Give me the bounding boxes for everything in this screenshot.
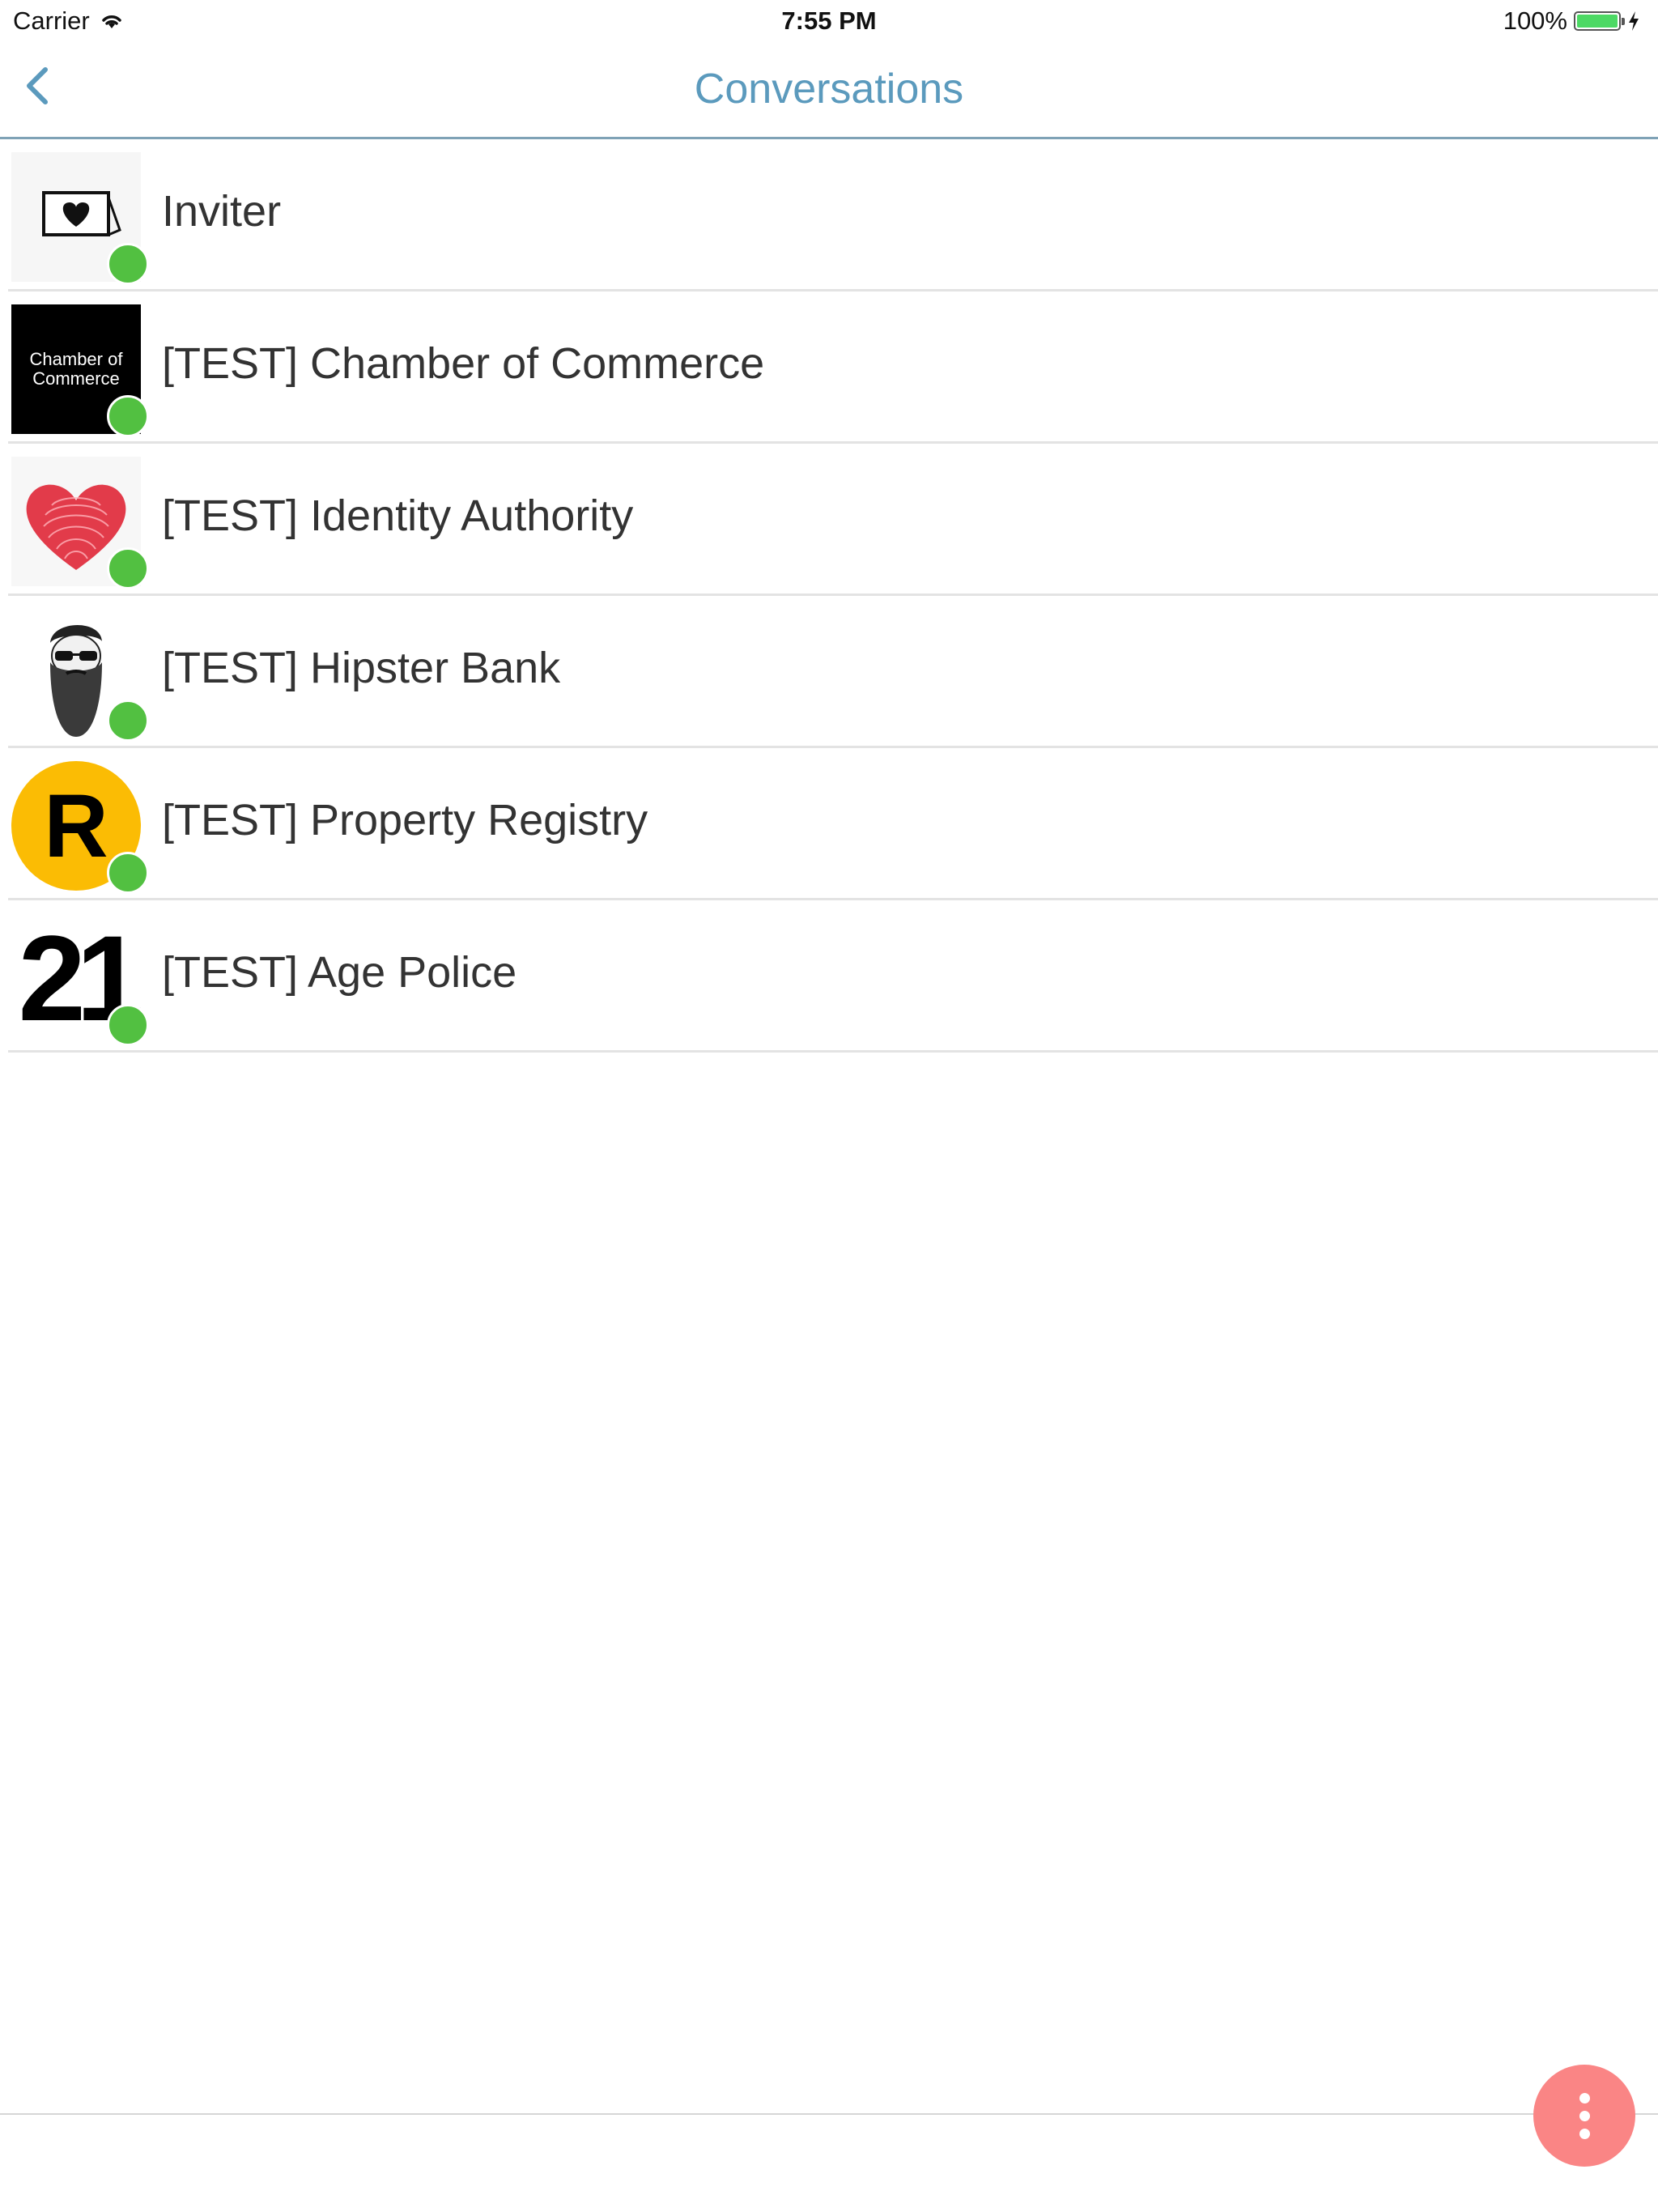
avatar-wrapper: R [11, 761, 149, 894]
conversation-name: Inviter [162, 187, 282, 236]
conversation-name: [TEST] Property Registry [162, 796, 648, 844]
conversation-name: [TEST] Age Police [162, 948, 517, 997]
avatar-wrapper: 21 [11, 913, 149, 1046]
online-status-dot [107, 395, 149, 437]
conversation-row-hipster[interactable]: [TEST] Hipster Bank [8, 596, 1658, 748]
battery-level [1577, 15, 1618, 28]
conversation-name: [TEST] Chamber of Commerce [162, 339, 765, 388]
avatar-wrapper: Chamber of Commerce [11, 304, 149, 437]
online-status-dot [107, 547, 149, 589]
conversation-row-inviter[interactable]: Inviter [8, 139, 1658, 291]
conversation-name: [TEST] Identity Authority [162, 491, 634, 540]
bottom-bar [0, 2113, 1658, 2212]
more-vertical-icon-dot [1579, 2128, 1590, 2139]
online-status-dot [107, 852, 149, 894]
navigation-bar: Conversations [0, 44, 1658, 139]
avatar-letter: R [44, 776, 108, 876]
status-bar: Carrier 7:55 PM 100% [0, 0, 1658, 44]
avatar-wrapper [11, 457, 149, 589]
more-vertical-icon-dot [1579, 2110, 1590, 2121]
page-title: Conversations [694, 66, 964, 113]
more-options-button[interactable] [1533, 2065, 1635, 2167]
lightning-icon [1629, 11, 1639, 31]
more-vertical-icon [1579, 2092, 1590, 2104]
conversation-row-identity[interactable]: [TEST] Identity Authority [8, 444, 1658, 596]
conversation-row-chamber[interactable]: Chamber of Commerce [TEST] Chamber of Co… [8, 291, 1658, 444]
conversation-row-registry[interactable]: R [TEST] Property Registry [8, 748, 1658, 900]
status-time: 7:55 PM [781, 6, 877, 35]
battery-tip [1622, 18, 1625, 25]
avatar-wrapper [11, 152, 149, 285]
battery-percent: 100% [1503, 6, 1567, 35]
battery-icon [1574, 11, 1625, 31]
conversations-screen: Carrier 7:55 PM 100% Conversations Invit… [0, 0, 1658, 2212]
online-status-dot [107, 243, 149, 285]
conversation-list: Inviter Chamber of Commerce [TEST] Chamb… [0, 139, 1658, 1053]
avatar-wrapper [11, 609, 149, 742]
online-status-dot [107, 1004, 149, 1046]
conversation-row-age-police[interactable]: 21 [TEST] Age Police [8, 900, 1658, 1053]
conversation-name: [TEST] Hipster Bank [162, 644, 561, 692]
online-status-dot [107, 700, 149, 742]
avatar-text: Chamber of Commerce [29, 349, 123, 389]
status-right: 100% [1503, 6, 1640, 36]
